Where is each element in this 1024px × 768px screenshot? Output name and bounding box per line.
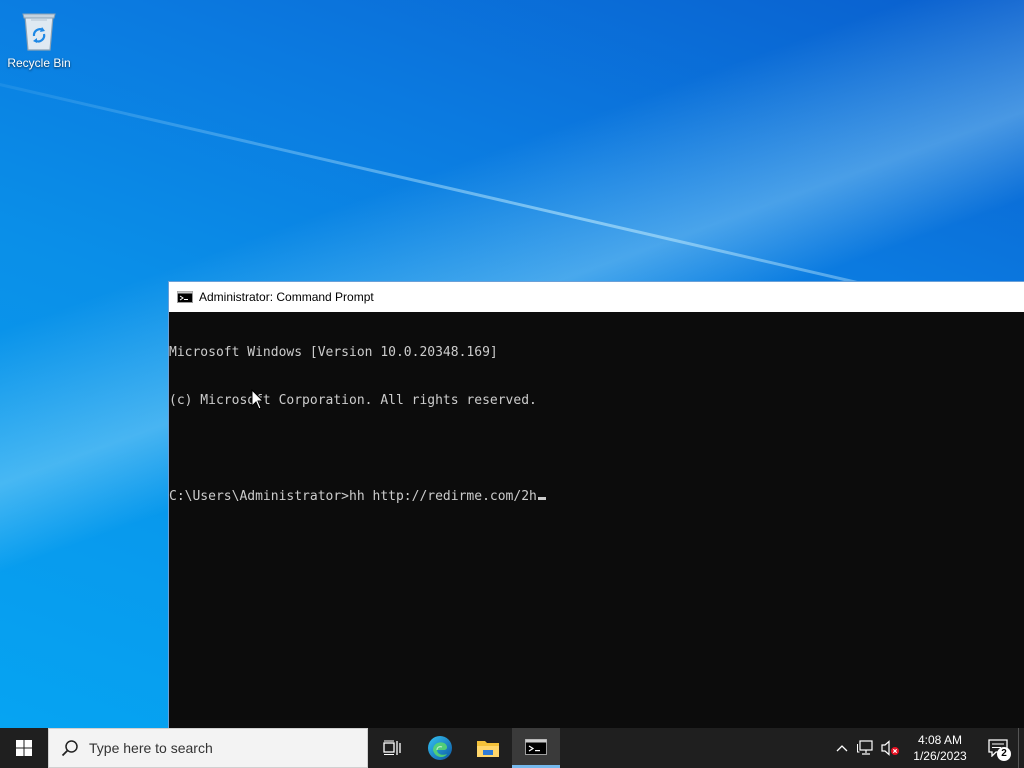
console-line: (c) Microsoft Corporation. All rights re… [169, 393, 537, 408]
chevron-up-icon [836, 745, 848, 752]
taskbar-search-box[interactable]: Type here to search [48, 728, 368, 768]
edge-taskbar-button[interactable] [416, 728, 464, 768]
action-center-button[interactable]: 2 [978, 728, 1018, 768]
volume-muted-icon [881, 740, 899, 756]
folder-icon [477, 741, 499, 757]
start-button[interactable] [0, 728, 48, 768]
file-explorer-taskbar-button[interactable] [464, 728, 512, 768]
recycle-bin-shortcut[interactable]: Recycle Bin [4, 6, 74, 78]
task-view-button[interactable] [368, 728, 416, 768]
search-placeholder: Type here to search [89, 740, 213, 756]
clock-time: 4:08 AM [917, 733, 963, 747]
command-prompt-taskbar-button[interactable] [512, 728, 560, 768]
search-icon [61, 740, 78, 757]
console-line: Microsoft Windows [Version 10.0.20348.16… [169, 345, 498, 360]
window-title: Administrator: Command Prompt [199, 290, 374, 304]
taskbar: Type here to search 4:08 AM 1/26/2023 2 [0, 728, 1024, 768]
command-prompt-window[interactable]: Administrator: Command Prompt Microsoft … [168, 281, 1024, 728]
taskbar-clock[interactable]: 4:08 AM 1/26/2023 [908, 732, 972, 764]
console-prompt-line[interactable]: C:\Users\Administrator>hh http://redirme… [169, 489, 1024, 505]
network-tray-button[interactable] [854, 728, 878, 768]
console-command-text: C:\Users\Administrator>hh http://redirme… [169, 489, 537, 504]
network-icon [857, 740, 873, 755]
cmd-icon [525, 738, 547, 755]
task-view-icon [383, 740, 401, 755]
console-output[interactable]: Microsoft Windows [Version 10.0.20348.16… [169, 312, 1024, 537]
system-tray: 4:08 AM 1/26/2023 2 [830, 728, 1024, 768]
windows-logo-icon [16, 740, 32, 756]
volume-tray-button[interactable] [878, 728, 902, 768]
recycle-bin-icon [22, 13, 56, 51]
recycle-bin-label: Recycle Bin [7, 56, 71, 70]
mouse-pointer-icon [251, 389, 265, 410]
show-desktop-button[interactable] [1018, 728, 1024, 768]
edge-icon [428, 736, 452, 760]
cmd-icon [177, 291, 193, 303]
notification-count-badge: 2 [997, 747, 1011, 761]
text-cursor [537, 497, 546, 500]
clock-date: 1/26/2023 [913, 749, 967, 763]
window-titlebar[interactable]: Administrator: Command Prompt [169, 282, 1024, 312]
show-hidden-icons-button[interactable] [830, 728, 854, 768]
